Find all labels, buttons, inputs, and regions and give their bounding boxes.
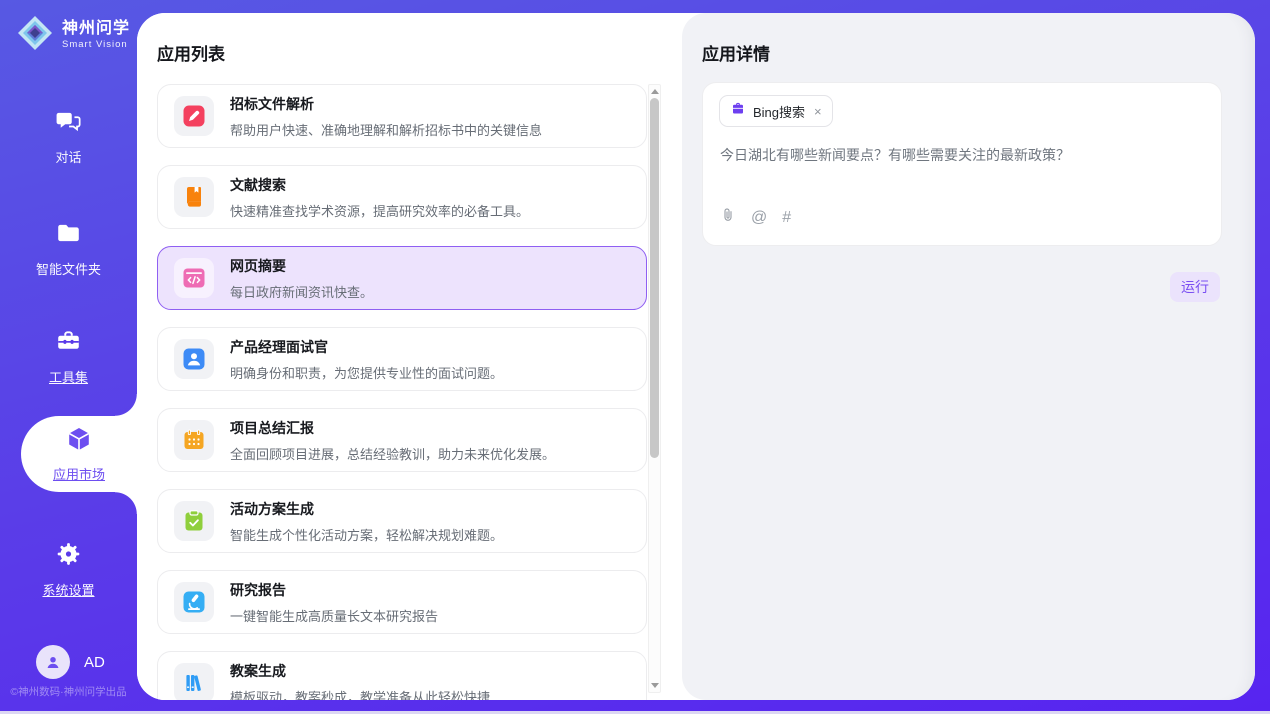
query-text[interactable]: 今日湖北有哪些新闻要点？有哪些需要关注的最新政策？ [720,145,1205,165]
prompt-composer[interactable]: Bing搜索 × 今日湖北有哪些新闻要点？有哪些需要关注的最新政策？ @ # [702,82,1222,246]
sidebar-item-chat[interactable]: 对话 [0,108,137,166]
paperclip-icon[interactable] [720,206,736,229]
app-desc: 智能生成个性化活动方案，轻松解决规划难题。 [230,525,503,544]
app-card-research-report[interactable]: 研究报告 一键智能生成高质量长文本研究报告 [157,570,647,634]
copyright-text: ©神州数码·神州问学出品 [0,684,137,699]
app-card-tender-parse[interactable]: 招标文件解析 帮助用户快速、准确地理解和解析招标书中的关键信息 [157,84,647,148]
app-list-panel: 应用列表 招标文件解析 帮助用户快速、准确地理解和解析招标书中的关键信息 [137,13,682,700]
brand-name: 神州问学 [62,20,130,38]
mention-icon[interactable]: @ [751,210,767,226]
app-title: 文献搜索 [230,175,529,195]
app-card-pm-interviewer[interactable]: 产品经理面试官 明确身份和职责，为您提供专业性的面试问题。 [157,327,647,391]
scrollbar-thumb[interactable] [650,98,659,458]
interviewer-icon [174,339,214,379]
sidebar-item-toolset[interactable]: 工具集 [0,328,137,386]
diamond-logo-icon [16,14,54,57]
calendar-icon [174,420,214,460]
app-card-web-summary[interactable]: 网页摘要 每日政府新闻资讯快查。 [157,246,647,310]
app-title: 教案生成 [230,661,490,681]
sidebar-item-label: 对话 [55,147,81,166]
scroll-down-arrow-icon[interactable] [649,679,660,692]
brand-tagline: Smart Vision [62,40,130,50]
app-title: 项目总结汇报 [230,418,555,438]
app-desc: 模板驱动，教案秒成，教学准备从此轻松快捷 [230,687,490,701]
book-icon [174,177,214,217]
app-card-project-summary[interactable]: 项目总结汇报 全面回顾项目进展，总结经验教训，助力未来优化发展。 [157,408,647,472]
tag-label: Bing搜索 [753,102,805,121]
run-button[interactable]: 运行 [1170,272,1220,302]
briefcase-icon [730,101,746,121]
toolbox-icon [55,328,82,359]
app-title: 研究报告 [230,580,438,600]
tag-close-icon[interactable]: × [814,104,822,119]
app-detail-panel: 应用详情 Bing搜索 × 今日湖北有哪些新闻要点？有哪些需要关注的最新政策？ [682,13,1255,700]
app-card-literature-search[interactable]: 文献搜索 快速精准查找学术资源，提高研究效率的必备工具。 [157,165,647,229]
app-card-lesson-plan[interactable]: 教案生成 模板驱动，教案秒成，教学准备从此轻松快捷 [157,651,647,700]
app-desc: 一键智能生成高质量长文本研究报告 [230,606,438,625]
sidebar-item-label: 应用市场 [53,464,105,483]
app-desc: 明确身份和职责，为您提供专业性的面试问题。 [230,363,503,382]
app-desc: 帮助用户快速、准确地理解和解析招标书中的关键信息 [230,120,542,139]
microscope-icon [174,582,214,622]
app-list: 招标文件解析 帮助用户快速、准确地理解和解析招标书中的关键信息 文献搜索 [157,84,647,700]
sidebar-item-label: 智能文件夹 [36,259,101,278]
app-title: 活动方案生成 [230,499,503,519]
app-desc: 全面回顾项目进展，总结经验教训，助力未来优化发展。 [230,444,555,463]
folder-icon [55,220,82,251]
gear-icon [55,541,82,572]
app-detail-title: 应用详情 [702,40,770,65]
books-icon [174,663,214,700]
cube-icon [65,425,93,458]
sidebar-item-app-market[interactable]: 应用市场 [21,416,137,492]
brand-logo: 神州问学 Smart Vision [16,14,130,57]
clipboard-check-icon [174,501,214,541]
tool-tag-bing-search[interactable]: Bing搜索 × [719,95,833,127]
user-account[interactable]: AD [36,645,105,679]
app-desc: 每日政府新闻资讯快查。 [230,282,373,301]
app-title: 网页摘要 [230,256,373,276]
sidebar-item-label: 系统设置 [42,580,94,599]
sidebar: 神州问学 Smart Vision 对话 智能文件夹 [0,0,137,711]
sidebar-item-settings[interactable]: 系统设置 [0,541,137,599]
user-initials: AD [84,654,105,671]
app-card-event-plan[interactable]: 活动方案生成 智能生成个性化活动方案，轻松解决规划难题。 [157,489,647,553]
app-title: 产品经理面试官 [230,337,503,357]
app-title: 招标文件解析 [230,94,542,114]
avatar[interactable] [36,645,70,679]
content-area: 应用列表 招标文件解析 帮助用户快速、准确地理解和解析招标书中的关键信息 [137,13,1255,700]
tender-doc-icon [174,96,214,136]
app-list-title: 应用列表 [157,40,225,65]
sidebar-item-label: 工具集 [49,367,88,386]
app-desc: 快速精准查找学术资源，提高研究效率的必备工具。 [230,201,529,220]
browser-code-icon [174,258,214,298]
hashtag-icon[interactable]: # [782,210,791,226]
sidebar-item-smart-folder[interactable]: 智能文件夹 [0,220,137,278]
scroll-up-arrow-icon[interactable] [649,85,660,98]
app-list-scrollbar[interactable] [648,84,661,693]
chat-icon [55,108,82,139]
